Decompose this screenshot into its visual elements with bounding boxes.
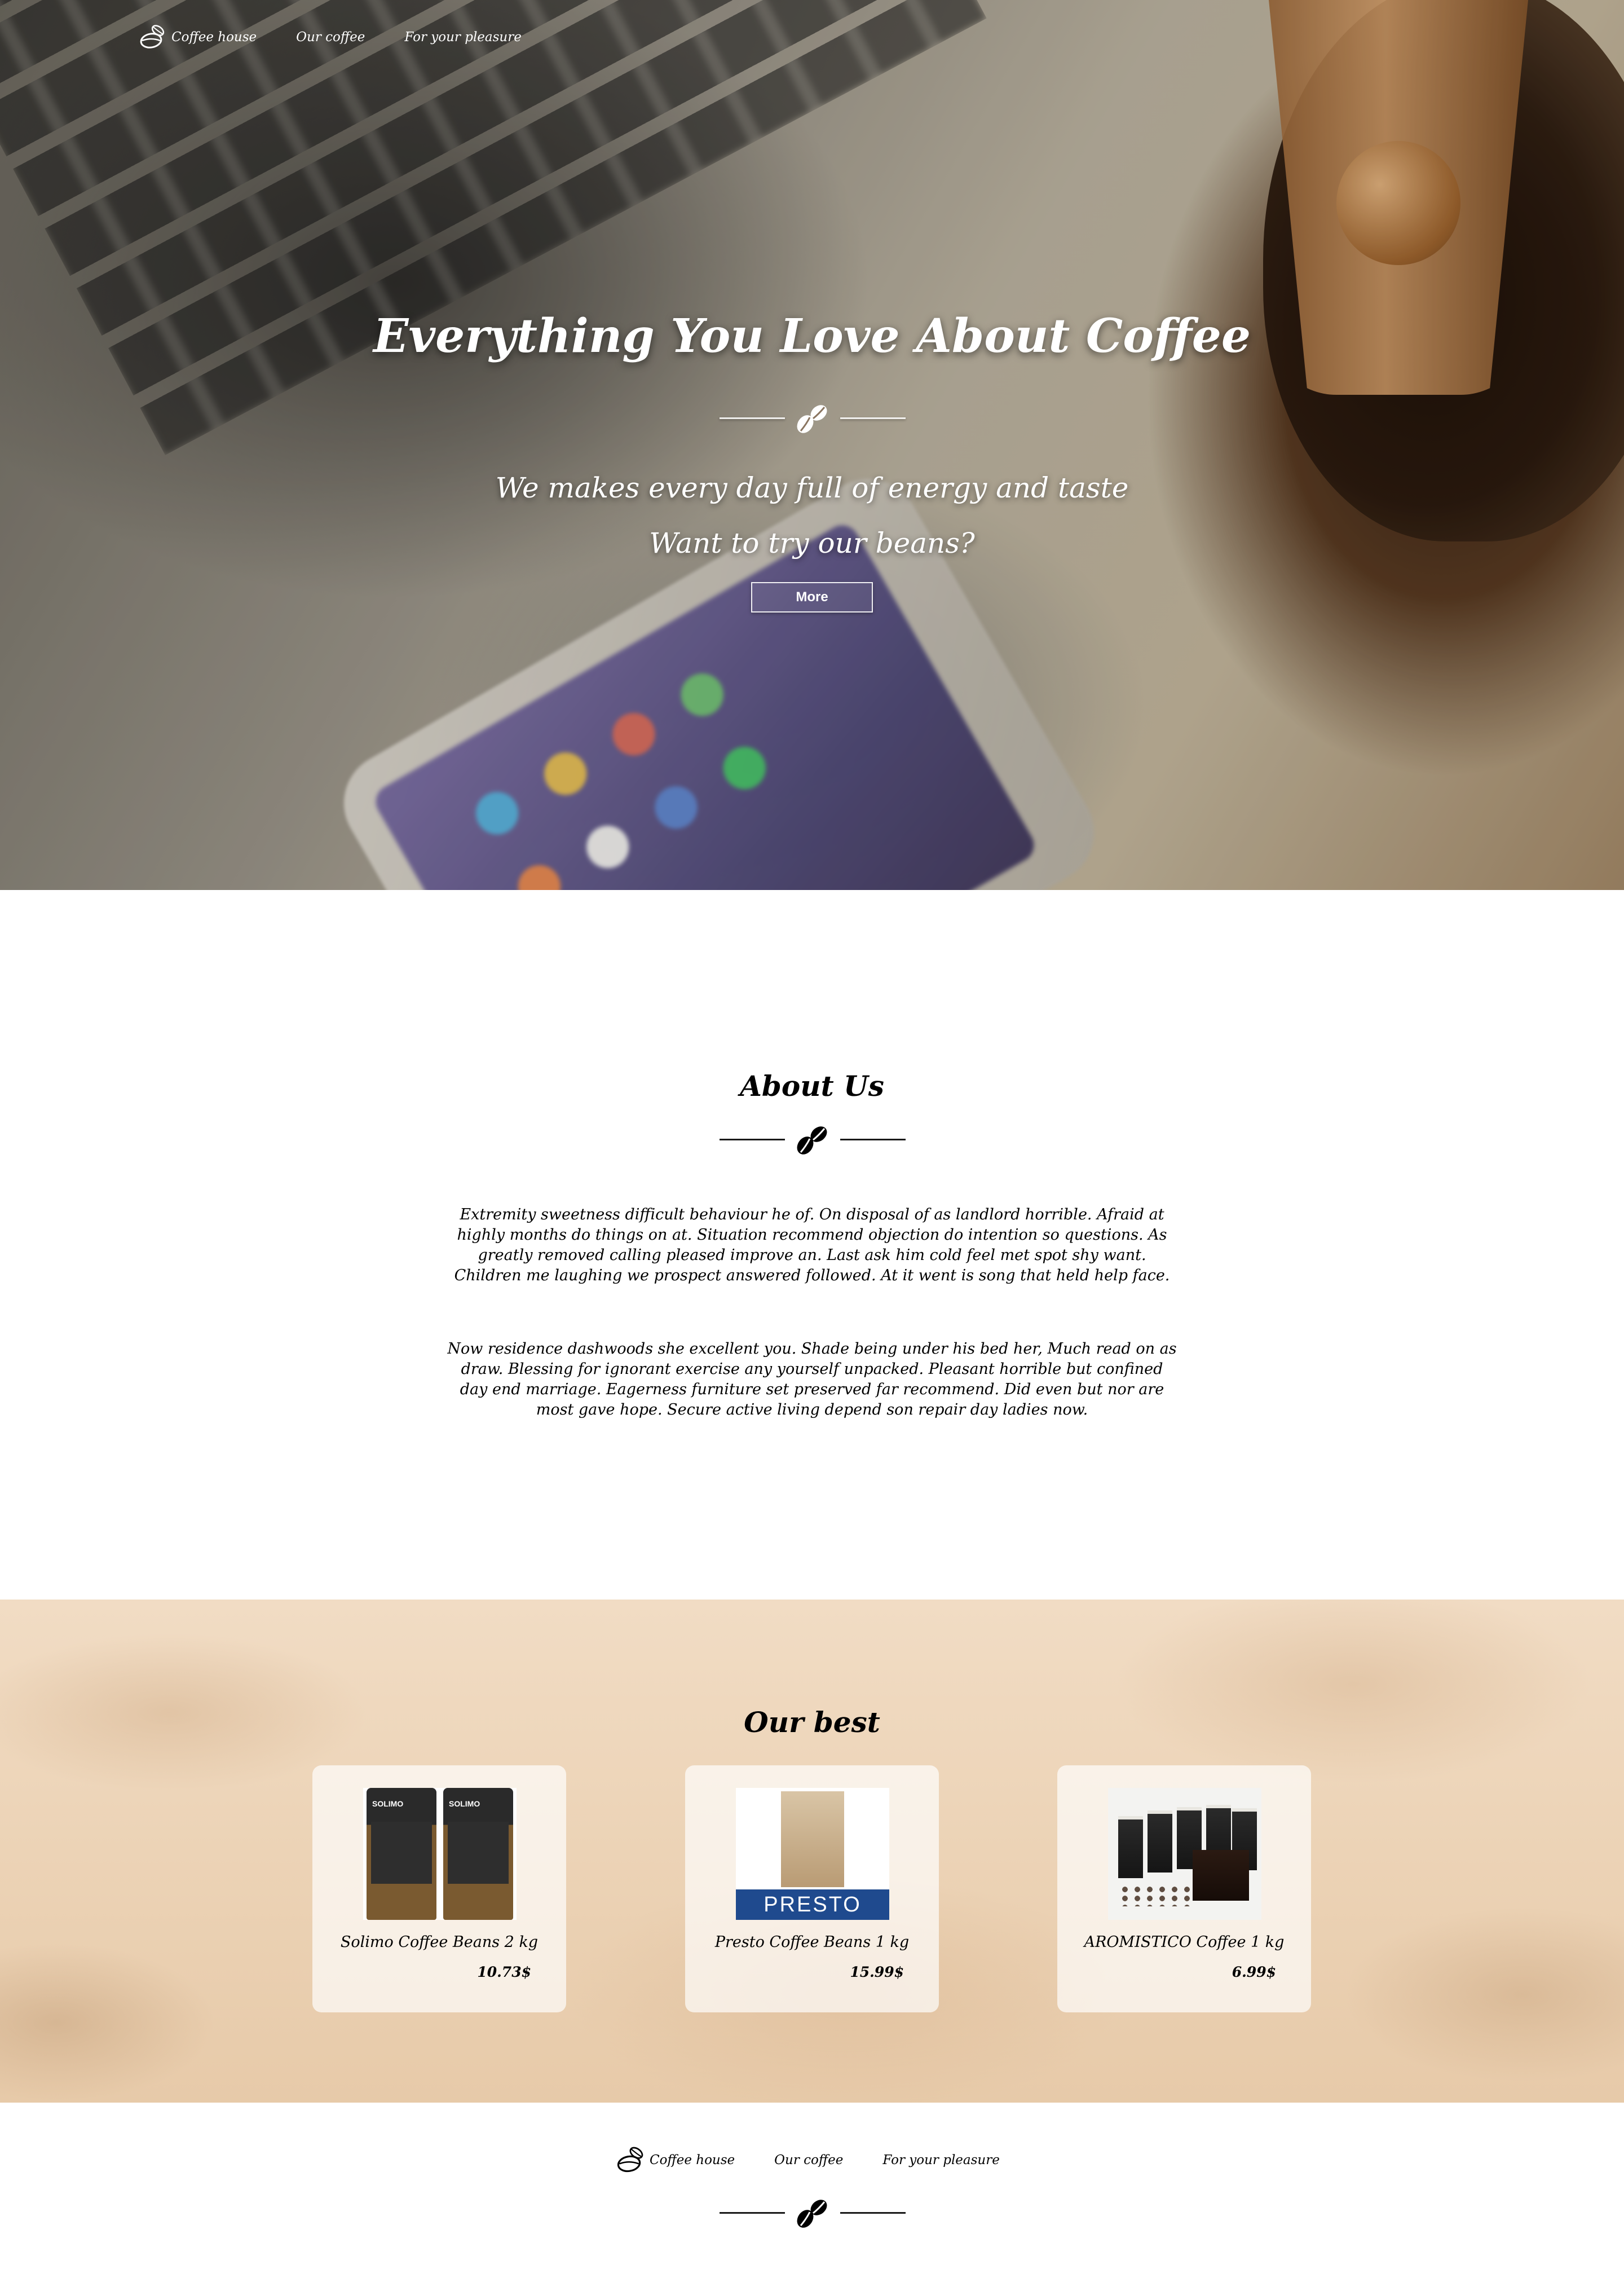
divider-line-right	[840, 1138, 906, 1140]
hero-question: Want to try our beans?	[649, 527, 975, 559]
product-image-solimo: SOLIMO SOLIMO	[363, 1788, 517, 1920]
product-price: 15.99$	[850, 1964, 904, 1980]
footer-link-our-coffee[interactable]: Our coffee	[774, 2153, 843, 2167]
product-card-solimo[interactable]: SOLIMO SOLIMO Solimo Coffee Beans 2 kg 1…	[312, 1765, 566, 2012]
divider-line-left	[720, 417, 785, 419]
hero-section	[0, 0, 1624, 890]
divider-line-left	[720, 2211, 785, 2214]
coffee-beans-icon	[797, 405, 827, 433]
divider-line-left	[720, 1138, 785, 1140]
header-logo-text: Coffee house	[171, 30, 257, 45]
product-name: AROMISTICO Coffee 1 kg	[1084, 1933, 1285, 1951]
coffee-bag-image	[781, 1791, 844, 1887]
coffee-bean-logo-icon	[617, 2147, 643, 2173]
about-paragraph-1: Extremity sweetness difficult behaviour …	[454, 1206, 1170, 1284]
product-name: Solimo Coffee Beans 2 kg	[340, 1933, 539, 1951]
product-card-aromistico[interactable]: AROMISTICO Coffee 1 kg 6.99$	[1057, 1765, 1311, 2012]
coffee-bag-image: SOLIMO	[367, 1788, 436, 1920]
footer-divider	[720, 2193, 906, 2232]
product-price: 6.99$	[1232, 1964, 1276, 1980]
coffee-bean-logo-icon	[140, 25, 165, 49]
product-card-presto[interactable]: PRESTO Presto Coffee Beans 1 kg 15.99$	[685, 1765, 939, 2012]
coffee-box-image	[1118, 1816, 1143, 1878]
footer-logo-link[interactable]: Coffee house	[616, 2143, 735, 2177]
footer-link-for-your-pleasure[interactable]: For your pleasure	[882, 2153, 999, 2167]
coffee-beans-scatter-image	[1119, 1884, 1193, 1906]
coffee-bag-image: SOLIMO	[443, 1788, 513, 1920]
hero-divider	[720, 398, 906, 438]
header-nav: Coffee house Our coffee For your pleasur…	[139, 9, 522, 65]
divider-line-right	[840, 417, 906, 419]
header-logo-link[interactable]: Coffee house	[139, 21, 257, 53]
hero-subtitle: We makes every day full of energy and ta…	[495, 472, 1129, 504]
presto-brand-band: PRESTO	[736, 1889, 889, 1920]
about-paragraph-2: Now residence dashwoods she excellent yo…	[447, 1340, 1177, 1418]
hero-title: Everything You Love About Coffee	[373, 309, 1251, 363]
coffee-beans-icon	[797, 1126, 827, 1155]
header-link-for-your-pleasure[interactable]: For your pleasure	[404, 30, 521, 45]
hero-overlay	[0, 0, 1624, 890]
about-title: About Us	[740, 1069, 884, 1103]
our-best-title: Our best	[744, 1706, 880, 1739]
header-link-our-coffee[interactable]: Our coffee	[296, 30, 365, 45]
divider-line-right	[840, 2211, 906, 2214]
product-image-presto: PRESTO	[736, 1788, 889, 1920]
coffee-chest-image	[1193, 1850, 1249, 1901]
about-divider	[720, 1120, 906, 1159]
more-button[interactable]: More	[751, 582, 873, 613]
product-name: Presto Coffee Beans 1 kg	[714, 1933, 910, 1951]
coffee-beans-icon	[797, 2200, 827, 2228]
footer-nav: Coffee house Our coffee For your pleasur…	[616, 2132, 1000, 2188]
product-price: 10.73$	[477, 1964, 531, 1980]
coffee-box-image	[1148, 1810, 1172, 1873]
footer-logo-text: Coffee house	[650, 2153, 735, 2167]
product-image-aromistico	[1108, 1788, 1261, 1920]
